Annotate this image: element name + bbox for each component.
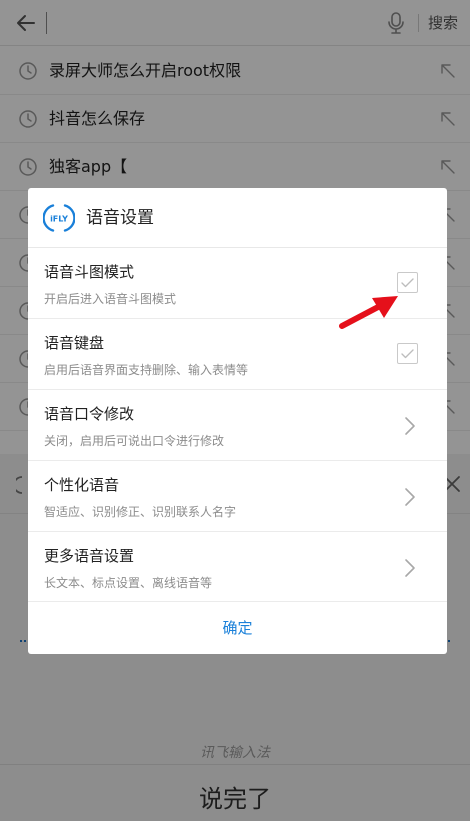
checkmark-icon [401,349,414,359]
dialog-title: 语音设置 [86,208,154,228]
dialog-header: iFLY 语音设置 [28,188,447,248]
voice-settings-dialog: iFLY 语音设置 语音斗图模式 开启后进入语音斗图模式 语音键盘 启用后语音界… [28,188,447,654]
setting-row-more-voice-settings[interactable]: 更多语音设置 长文本、标点设置、离线语音等 [28,532,447,602]
setting-title: 更多语音设置 [44,547,135,565]
confirm-button[interactable]: 确定 [28,602,447,654]
chevron-right-icon [405,559,415,577]
voice-keyboard-checkbox[interactable] [397,343,418,364]
chevron-right-icon [405,488,415,506]
setting-row-personalized-voice[interactable]: 个性化语音 智适应、识别修正、识别联系人名字 [28,461,447,532]
setting-title: 个性化语音 [44,476,120,494]
screen: 搜索 录屏大师怎么开启root权限 抖音怎么保存 独客app【 讯飞输入法 说完… [0,0,470,821]
setting-row-voice-command[interactable]: 语音口令修改 关闭，启用后可说出口令进行修改 [28,390,447,461]
setting-title: 语音斗图模式 [44,263,135,281]
annotation-arrow-icon [339,296,398,329]
setting-subtitle: 启用后语音界面支持删除、输入表情等 [44,363,249,377]
setting-title: 语音键盘 [44,334,105,352]
ifly-logo: iFLY [43,204,75,232]
setting-subtitle: 智适应、识别修正、识别联系人名字 [44,505,237,519]
chevron-right-icon [405,417,415,435]
setting-subtitle: 长文本、标点设置、离线语音等 [44,576,213,590]
setting-subtitle: 开启后进入语音斗图模式 [44,292,177,306]
ifly-logo-text: iFLY [50,215,68,224]
setting-title: 语音口令修改 [44,405,135,423]
setting-subtitle: 关闭，启用后可说出口令进行修改 [44,434,225,448]
